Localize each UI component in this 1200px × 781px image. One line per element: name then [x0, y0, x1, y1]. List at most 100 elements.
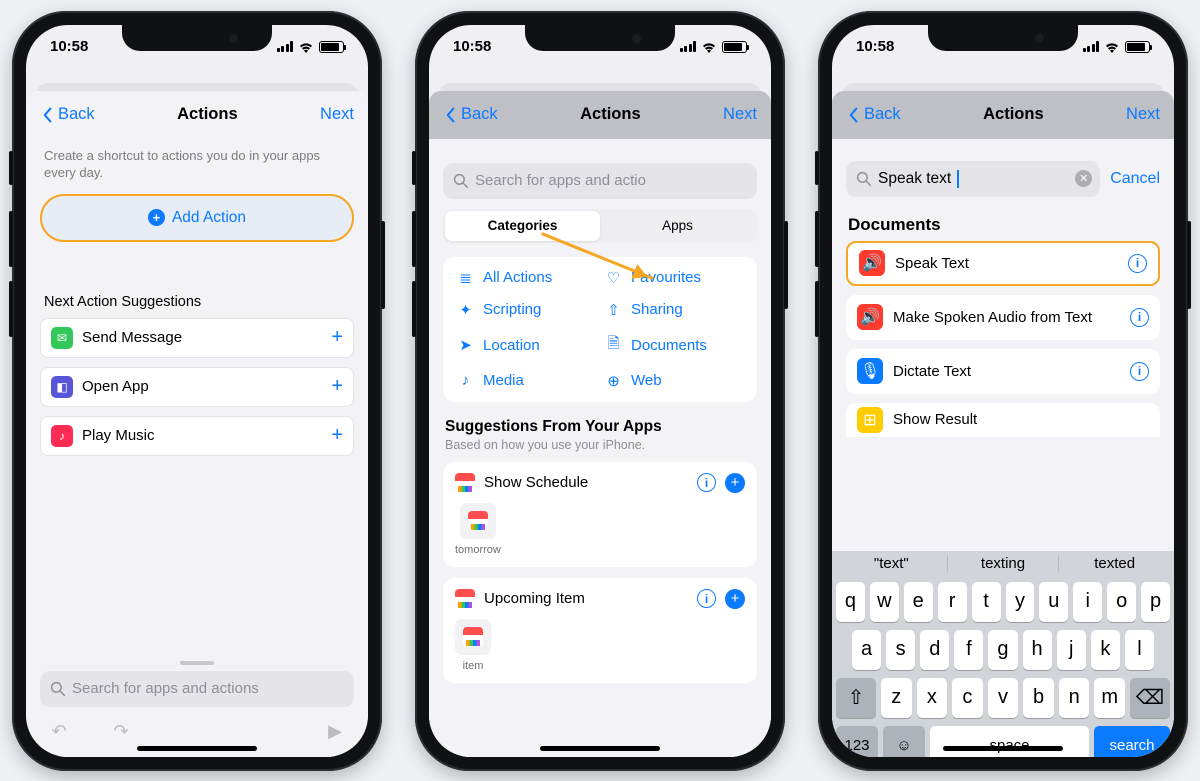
key-c[interactable]: c — [952, 678, 983, 718]
globe-icon: ⊕ — [605, 372, 622, 390]
speaker-icon: 🔊 — [857, 304, 883, 330]
key-x[interactable]: x — [917, 678, 948, 718]
cat-all-actions[interactable]: ≣All Actions — [457, 269, 595, 287]
key-u[interactable]: u — [1039, 582, 1068, 622]
cat-media[interactable]: ♪Media — [457, 372, 595, 390]
search-input[interactable]: Speak text ✕ — [846, 161, 1100, 197]
search-input[interactable]: Search for apps and actions — [40, 671, 354, 707]
prediction[interactable]: texted — [1059, 555, 1170, 572]
seg-apps[interactable]: Apps — [600, 211, 755, 241]
chip-item[interactable]: item — [455, 619, 491, 672]
suggestion-play-music[interactable]: ♪ Play Music + — [40, 416, 354, 456]
add-button[interactable]: + — [725, 589, 745, 609]
clock: 10:58 — [50, 38, 88, 55]
key-k[interactable]: k — [1091, 630, 1120, 670]
shift-key[interactable]: ⇧ — [836, 678, 876, 718]
key-q[interactable]: q — [836, 582, 865, 622]
key-h[interactable]: h — [1023, 630, 1052, 670]
clear-button[interactable]: ✕ — [1075, 170, 1092, 187]
add-action-button[interactable]: + Add Action — [40, 194, 354, 242]
result-dictate-text[interactable]: 🎙 Dictate Text i — [846, 349, 1160, 394]
back-button[interactable]: Back — [443, 105, 498, 124]
seg-categories[interactable]: Categories — [445, 211, 600, 241]
emoji-key[interactable]: ☺ — [883, 726, 925, 757]
undo-button[interactable]: ↶ — [48, 721, 70, 743]
key-z[interactable]: z — [881, 678, 912, 718]
plus-icon[interactable]: + — [331, 375, 343, 398]
key-i[interactable]: i — [1073, 582, 1102, 622]
space-key[interactable]: space — [930, 726, 1089, 757]
plus-icon[interactable]: + — [331, 424, 343, 447]
add-button[interactable]: + — [725, 473, 745, 493]
search-input[interactable]: Search for apps and actio — [443, 163, 757, 199]
home-indicator[interactable] — [540, 746, 660, 751]
back-button[interactable]: Back — [846, 105, 901, 124]
cancel-button[interactable]: Cancel — [1110, 170, 1160, 188]
section-header: Next Action Suggestions — [40, 242, 354, 318]
prediction[interactable]: "text" — [836, 555, 948, 572]
page-title: Actions — [983, 105, 1044, 124]
info-button[interactable]: i — [697, 589, 716, 608]
key-j[interactable]: j — [1057, 630, 1086, 670]
key-t[interactable]: t — [972, 582, 1001, 622]
next-button[interactable]: Next — [1126, 105, 1160, 124]
list-item-label: Send Message — [82, 329, 322, 346]
key-n[interactable]: n — [1059, 678, 1090, 718]
chip-tomorrow[interactable]: tomorrow — [455, 503, 501, 556]
info-button[interactable]: i — [1130, 308, 1149, 327]
plus-icon[interactable]: + — [331, 326, 343, 349]
key-g[interactable]: g — [988, 630, 1017, 670]
key-w[interactable]: w — [870, 582, 899, 622]
key-b[interactable]: b — [1023, 678, 1054, 718]
battery-icon — [722, 41, 747, 53]
action-picker-sheet: Search for apps and actio Categories App… — [429, 151, 771, 757]
card-title: Upcoming Item — [484, 590, 688, 607]
cat-sharing[interactable]: ⇧Sharing — [605, 301, 743, 319]
cat-scripting[interactable]: ✦Scripting — [457, 301, 595, 319]
info-button[interactable]: i — [697, 473, 716, 492]
next-button[interactable]: Next — [723, 105, 757, 124]
play-button[interactable]: ▶ — [324, 721, 346, 743]
next-button[interactable]: Next — [320, 105, 354, 124]
redo-button[interactable]: ↷ — [110, 721, 132, 743]
prediction[interactable]: texting — [948, 555, 1060, 572]
back-label: Back — [58, 105, 95, 124]
key-f[interactable]: f — [954, 630, 983, 670]
home-indicator[interactable] — [943, 746, 1063, 751]
key-l[interactable]: l — [1125, 630, 1154, 670]
info-button[interactable]: i — [1128, 254, 1147, 273]
home-indicator[interactable] — [137, 746, 257, 751]
suggestion-open-app[interactable]: ◧ Open App + — [40, 367, 354, 407]
key-y[interactable]: y — [1006, 582, 1035, 622]
result-show-result[interactable]: ⊞ Show Result — [846, 403, 1160, 437]
key-e[interactable]: e — [904, 582, 933, 622]
key-s[interactable]: s — [886, 630, 915, 670]
info-button[interactable]: i — [1130, 362, 1149, 381]
key-d[interactable]: d — [920, 630, 949, 670]
phone-3: 10:58 Back Actions Next — [818, 11, 1188, 771]
chevron-left-icon — [40, 107, 56, 123]
plus-circle-icon: + — [148, 209, 165, 226]
cat-favourites[interactable]: ♡Favourites — [605, 269, 743, 287]
key-p[interactable]: p — [1141, 582, 1170, 622]
search-key[interactable]: search — [1094, 726, 1170, 757]
search-placeholder: Search for apps and actio — [475, 172, 646, 189]
key-o[interactable]: o — [1107, 582, 1136, 622]
cat-documents[interactable]: 🗎Documents — [605, 333, 743, 358]
result-speak-text[interactable]: 🔊 Speak Text i — [846, 241, 1160, 286]
segmented-control[interactable]: Categories Apps — [443, 209, 757, 243]
back-button[interactable]: Back — [40, 105, 95, 124]
cat-location[interactable]: ➤Location — [457, 333, 595, 358]
key-v[interactable]: v — [988, 678, 1019, 718]
key-a[interactable]: a — [852, 630, 881, 670]
numbers-key[interactable]: 123 — [836, 726, 878, 757]
cellular-icon — [277, 41, 294, 52]
drag-handle[interactable] — [180, 661, 214, 665]
cat-web[interactable]: ⊕Web — [605, 372, 743, 390]
key-m[interactable]: m — [1094, 678, 1125, 718]
suggestion-send-message[interactable]: ✉︎ Send Message + — [40, 318, 354, 358]
key-r[interactable]: r — [938, 582, 967, 622]
delete-key[interactable]: ⌫ — [1130, 678, 1170, 718]
nav-bar-dimmed: Back Actions Next — [429, 91, 771, 139]
result-make-spoken-audio[interactable]: 🔊 Make Spoken Audio from Text i — [846, 295, 1160, 340]
